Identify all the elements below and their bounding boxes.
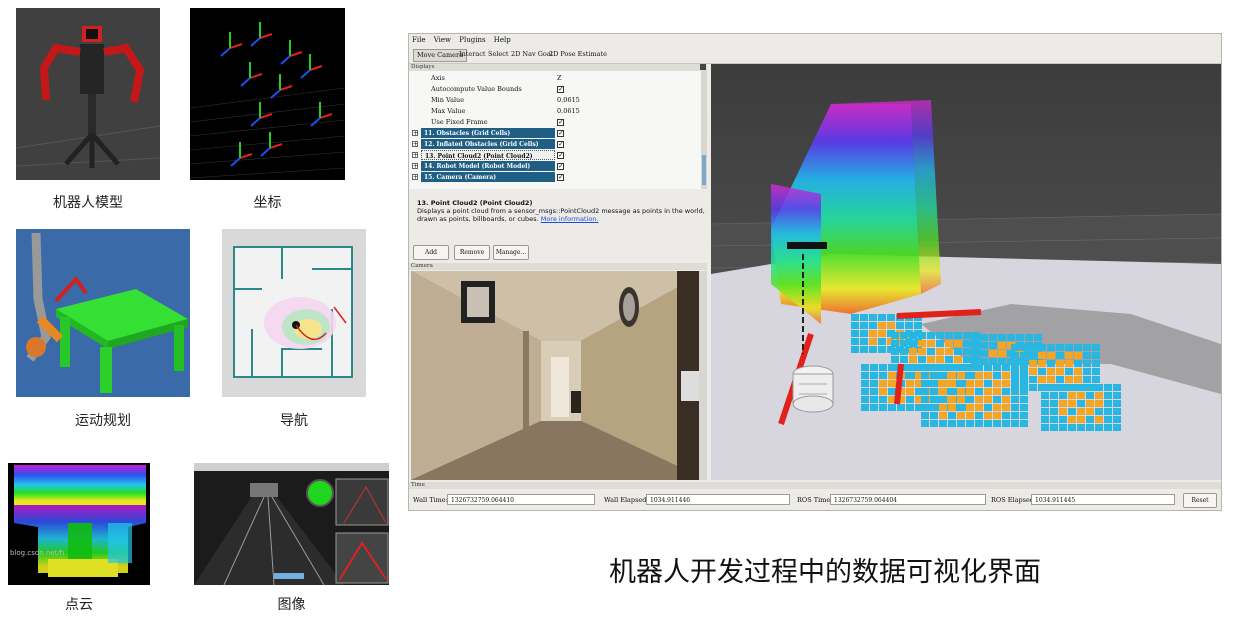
property-name: Axis xyxy=(431,74,445,82)
manage-button[interactable]: Manage... xyxy=(493,245,529,260)
hallway-image-icon xyxy=(411,271,707,480)
displays-scrollbar[interactable] xyxy=(701,71,707,189)
rviz-window: File View Plugins Help Move Camera Inter… xyxy=(408,33,1222,511)
time-panel-title: Time xyxy=(409,482,1221,489)
caption-navigation: 导航 xyxy=(280,413,308,429)
display-row-robot-model[interactable]: + 14. Robot Model (Robot Model) ✓ xyxy=(409,161,699,172)
more-information-link[interactable]: More information. xyxy=(541,215,599,223)
axes-frames-icon xyxy=(190,22,345,179)
remove-button[interactable]: Remove xyxy=(454,245,490,260)
3d-scene-icon xyxy=(711,64,1221,480)
property-value[interactable]: 0.0615 xyxy=(557,95,580,106)
displays-panel-title: Displays xyxy=(409,64,707,71)
wall-elapsed-field[interactable]: 1034.911446 xyxy=(646,494,790,505)
camera-view xyxy=(411,271,707,480)
point-cloud-thumbnail: blog.csdn.net/h xyxy=(8,463,150,585)
display-row-camera[interactable]: + 15. Camera (Camera) ✓ xyxy=(409,172,699,183)
map-icon xyxy=(222,229,366,397)
display-checkbox[interactable]: ✓ xyxy=(557,141,564,148)
menu-view[interactable]: View xyxy=(431,34,454,44)
display-label: 13. Point Cloud2 (Point Cloud2) xyxy=(421,150,555,160)
property-row-max-value: Max Value 0.0615 xyxy=(409,106,699,117)
property-row-use-fixed-frame: Use Fixed Frame ✓ xyxy=(409,117,699,128)
menu-file[interactable]: File xyxy=(409,34,428,44)
property-name: Autocompute Value Bounds xyxy=(431,85,522,93)
expand-icon[interactable]: + xyxy=(412,130,418,137)
caption-robot-model: 机器人模型 xyxy=(53,195,123,211)
expand-icon[interactable]: + xyxy=(412,174,418,181)
image-thumbnail xyxy=(194,463,389,585)
display-label: 14. Robot Model (Robot Model) xyxy=(421,161,555,171)
point-cloud-icon: blog.csdn.net/h xyxy=(8,463,150,585)
tool-interact[interactable]: Interact xyxy=(456,49,488,60)
property-name: Min Value xyxy=(431,96,465,104)
ros-elapsed-label: ROS Elapsed: xyxy=(991,496,1037,504)
wall-time-field[interactable]: 1326732759.064410 xyxy=(447,494,595,505)
property-checkbox[interactable]: ✓ xyxy=(557,86,564,93)
caption-coordinates: 坐标 xyxy=(253,195,282,211)
caption-motion-planning: 运动规划 xyxy=(75,413,131,429)
expand-icon[interactable]: + xyxy=(412,163,418,170)
display-checkbox[interactable]: ✓ xyxy=(557,130,564,137)
caption-point-cloud: 点云 xyxy=(65,597,93,613)
ros-time-field[interactable]: 1326732759.064404 xyxy=(830,494,986,505)
property-name: Max Value xyxy=(431,107,466,115)
display-checkbox[interactable]: ✓ xyxy=(557,174,564,181)
caption-image: 图像 xyxy=(277,597,306,613)
property-checkbox[interactable]: ✓ xyxy=(557,119,564,126)
wall-elapsed-label: Wall Elapsed: xyxy=(604,496,649,504)
watermark-text: blog.csdn.net/h xyxy=(10,549,64,557)
scrollbar-thumb[interactable] xyxy=(702,155,706,185)
coordinates-thumbnail xyxy=(190,8,345,180)
expand-icon[interactable]: + xyxy=(412,152,418,159)
robot-model-icon xyxy=(16,8,160,180)
tool-2d-pose-estimate[interactable]: 2D Pose Estimate xyxy=(546,49,610,60)
camera-views-icon xyxy=(194,463,389,585)
robot-model-thumbnail xyxy=(16,8,160,180)
description-panel: 13. Point Cloud2 (Point Cloud2) Displays… xyxy=(409,192,707,240)
description-text: Displays a point cloud from a sensor_msg… xyxy=(417,207,705,223)
motion-planning-thumbnail xyxy=(16,229,190,397)
expand-icon[interactable]: + xyxy=(412,141,418,148)
menu-help[interactable]: Help xyxy=(491,34,514,44)
display-label: 15. Camera (Camera) xyxy=(421,172,555,182)
wall-time-label: Wall Time: xyxy=(413,496,448,504)
property-row-axis: Axis Z xyxy=(409,73,699,84)
displays-tree: Axis Z Autocompute Value Bounds ✓ Min Va… xyxy=(409,71,701,189)
add-button[interactable]: Add xyxy=(413,245,449,260)
3d-render-view[interactable] xyxy=(711,64,1221,480)
tool-bar: Move Camera Interact Select 2D Nav Goal … xyxy=(409,47,1221,64)
property-value[interactable]: 0.0615 xyxy=(557,106,580,117)
display-row-inflated-obstacles[interactable]: + 12. Inflated Obstacles (Grid Cells) ✓ xyxy=(409,139,699,150)
property-row-autocompute: Autocompute Value Bounds ✓ xyxy=(409,84,699,95)
description-title: 13. Point Cloud2 (Point Cloud2) xyxy=(417,199,533,207)
camera-scrollbar[interactable] xyxy=(699,271,707,480)
display-label: 12. Inflated Obstacles (Grid Cells) xyxy=(421,139,555,149)
ros-elapsed-field[interactable]: 1034.911445 xyxy=(1031,494,1175,505)
menu-plugins[interactable]: Plugins xyxy=(456,34,488,44)
ros-time-label: ROS Time: xyxy=(797,496,833,504)
property-row-min-value: Min Value 0.0615 xyxy=(409,95,699,106)
displays-close-icon[interactable] xyxy=(700,64,706,70)
display-checkbox[interactable]: ✓ xyxy=(557,152,564,159)
display-label: 11. Obstacles (Grid Cells) xyxy=(421,128,555,138)
display-row-point-cloud2[interactable]: + 13. Point Cloud2 (Point Cloud2) ✓ xyxy=(409,150,699,161)
display-row-obstacles[interactable]: + 11. Obstacles (Grid Cells) ✓ xyxy=(409,128,699,139)
property-value[interactable]: Z xyxy=(557,73,562,84)
display-checkbox[interactable]: ✓ xyxy=(557,163,564,170)
main-caption: 机器人开发过程中的数据可视化界面 xyxy=(609,557,1041,588)
camera-panel-title: Camera xyxy=(409,263,707,270)
reset-button[interactable]: Reset xyxy=(1183,493,1217,508)
property-name: Use Fixed Frame xyxy=(431,118,488,126)
navigation-thumbnail xyxy=(222,229,366,397)
menu-bar: File View Plugins Help xyxy=(409,34,1221,46)
table-arm-icon xyxy=(16,229,190,397)
